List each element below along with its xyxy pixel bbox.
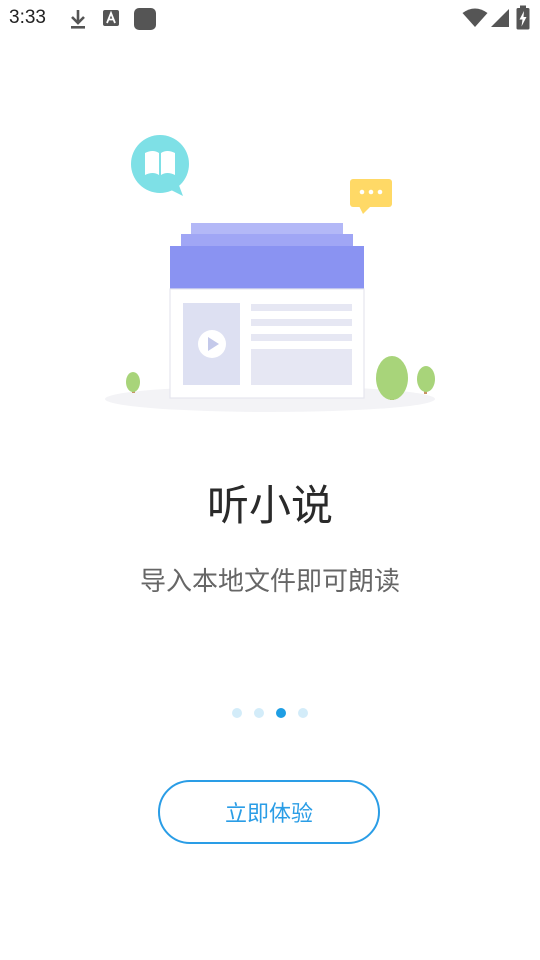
page-dot-3-active[interactable] [276,708,286,718]
book-bubble-icon [131,135,189,196]
onboarding-subtitle: 导入本地文件即可朗读 [139,567,400,597]
tree-small-left-icon [126,372,140,393]
page-dot-4[interactable] [298,708,308,718]
start-experience-button[interactable]: 立即体验 [158,780,380,844]
status-time: 3:33 [9,7,46,28]
signal-icon [491,9,509,27]
onboarding-title: 听小说 [206,481,333,530]
onboarding-illustration [105,135,435,412]
page-indicator [0,707,540,719]
app-square-icon [134,8,156,30]
status-bar: 3:33 [0,0,540,38]
tree-small-right-icon [417,366,435,394]
book-stack-icon [169,223,365,399]
download-icon [71,10,85,29]
tree-large-right-icon [376,356,408,400]
page-dot-2[interactable] [254,708,264,718]
chat-bubble-icon [350,179,392,214]
wifi-icon [462,8,488,27]
battery-charging-icon [516,5,530,30]
page-dot-1[interactable] [232,708,242,718]
font-a-icon [103,10,119,26]
